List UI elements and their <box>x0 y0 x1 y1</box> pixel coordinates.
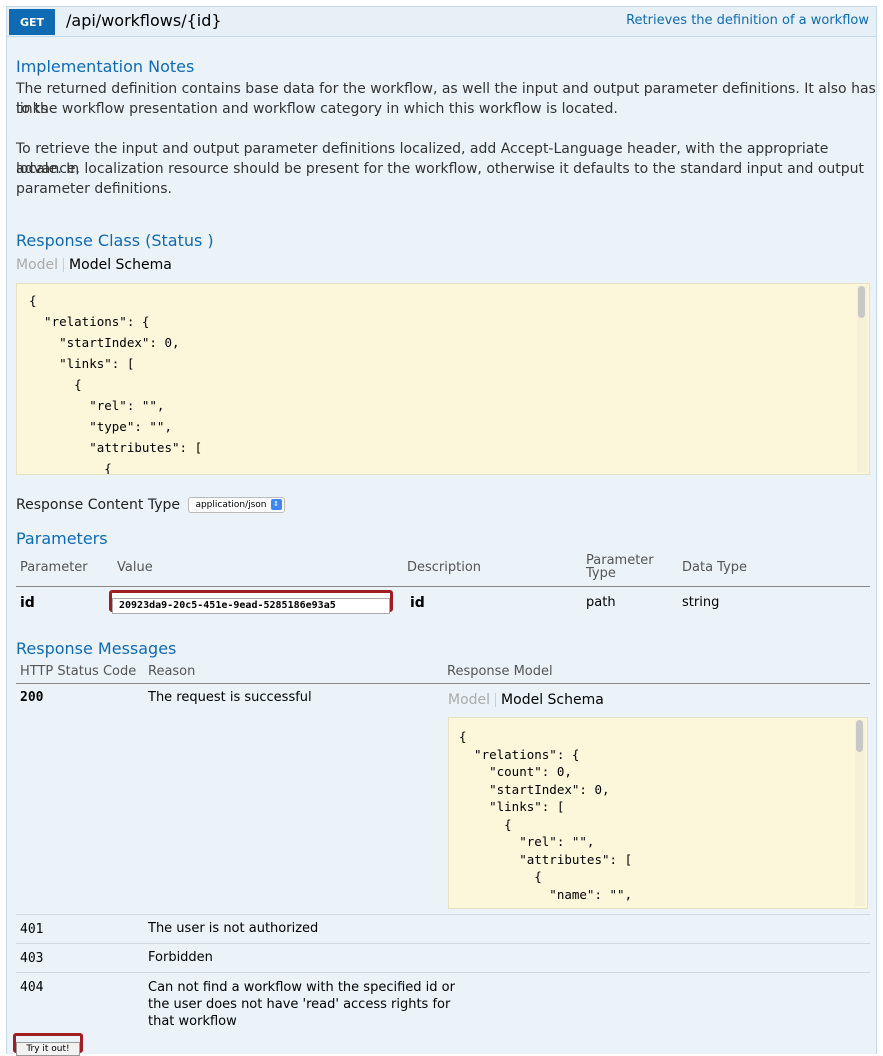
status-code: 404 <box>20 980 44 995</box>
response-content-type-select[interactable]: application/json ⇕ <box>188 497 285 513</box>
parameters-title: Parameters <box>16 529 108 548</box>
response-model-tabs: Model Model Schema <box>448 692 604 708</box>
implementation-notes-title: Implementation Notes <box>16 57 195 76</box>
endpoint-header[interactable]: GET /api/workflows/{id} Retrieves the de… <box>7 7 876 37</box>
status-reason: The user is not authorized <box>148 921 319 936</box>
status-code: 200 <box>20 690 44 705</box>
schema-code: { "relations": { "count": 0, "startIndex… <box>459 729 633 902</box>
implementation-notes-line: parameter definitions. <box>16 181 173 197</box>
param-header-value: Value <box>117 560 153 575</box>
param-header-type-line2: Type <box>586 566 616 581</box>
param-header-description: Description <box>407 560 482 575</box>
status-reason-line: the user does not have 'read' access rig… <box>148 997 451 1012</box>
endpoint-path[interactable]: /api/workflows/{id} <box>66 11 222 30</box>
status-reason: Can not find a workflow with the specifi… <box>148 979 455 1030</box>
endpoint-panel: GET /api/workflows/{id} Retrieves the de… <box>6 6 877 1054</box>
schema-code: { "relations": { "startIndex": 0, "links… <box>29 293 203 475</box>
model-tab[interactable]: Model <box>16 257 58 273</box>
response-content-type: Response Content Type application/json ⇕ <box>16 497 285 513</box>
param-data-type: string <box>682 595 720 610</box>
param-type: path <box>586 595 616 610</box>
status-reason: Forbidden <box>148 950 213 965</box>
response-class-schema[interactable]: { "relations": { "startIndex": 0, "links… <box>16 283 870 475</box>
scrollbar-thumb[interactable] <box>856 720 863 752</box>
response-class-tabs: Model Model Schema <box>16 257 172 273</box>
select-arrows-icon: ⇕ <box>270 499 282 510</box>
resp-header-reason: Reason <box>148 664 196 679</box>
response-class-title: Response Class (Status ) <box>16 231 214 250</box>
param-name: id <box>20 595 35 611</box>
param-header-parameter: Parameter <box>20 560 88 575</box>
status-code: 403 <box>20 951 44 966</box>
resp-header-code: HTTP Status Code <box>20 664 137 679</box>
try-it-out-highlight: Try it out! <box>13 1033 83 1056</box>
response-content-type-label: Response Content Type <box>16 497 180 513</box>
model-tab[interactable]: Model <box>448 692 490 708</box>
response-model-schema[interactable]: { "relations": { "count": 0, "startIndex… <box>448 717 868 909</box>
scrollbar[interactable] <box>855 720 865 906</box>
row-divider <box>16 943 870 944</box>
implementation-notes-line: to the workflow presentation and workflo… <box>16 101 618 117</box>
model-schema-tab[interactable]: Model Schema <box>501 692 604 708</box>
http-method-badge[interactable]: GET <box>9 9 55 35</box>
status-reason-line: Can not find a workflow with the specifi… <box>148 980 455 995</box>
model-schema-tab[interactable]: Model Schema <box>69 257 172 273</box>
status-code: 401 <box>20 922 44 937</box>
select-value: application/json <box>195 500 267 510</box>
implementation-notes-line: advance, localization resource should be… <box>16 161 865 177</box>
param-description: id <box>410 595 425 611</box>
param-value-highlight <box>109 590 393 614</box>
scrollbar[interactable] <box>857 286 867 472</box>
tab-separator <box>63 258 65 272</box>
row-divider <box>16 972 870 973</box>
tab-separator <box>495 693 497 707</box>
row-divider <box>16 914 870 915</box>
resp-header-model: Response Model <box>447 664 553 679</box>
param-header-data-type: Data Type <box>682 560 748 575</box>
status-reason-line: that workflow <box>148 1014 237 1029</box>
param-id-input[interactable] <box>112 597 390 614</box>
param-header-type: Parameter Type <box>586 554 654 580</box>
status-reason: The request is successful <box>148 690 312 705</box>
response-messages-title: Response Messages <box>16 639 177 658</box>
table-header-divider <box>16 683 870 684</box>
scrollbar-thumb[interactable] <box>858 286 865 318</box>
endpoint-summary[interactable]: Retrieves the definition of a workflow <box>626 13 869 28</box>
table-header-divider <box>16 586 870 587</box>
